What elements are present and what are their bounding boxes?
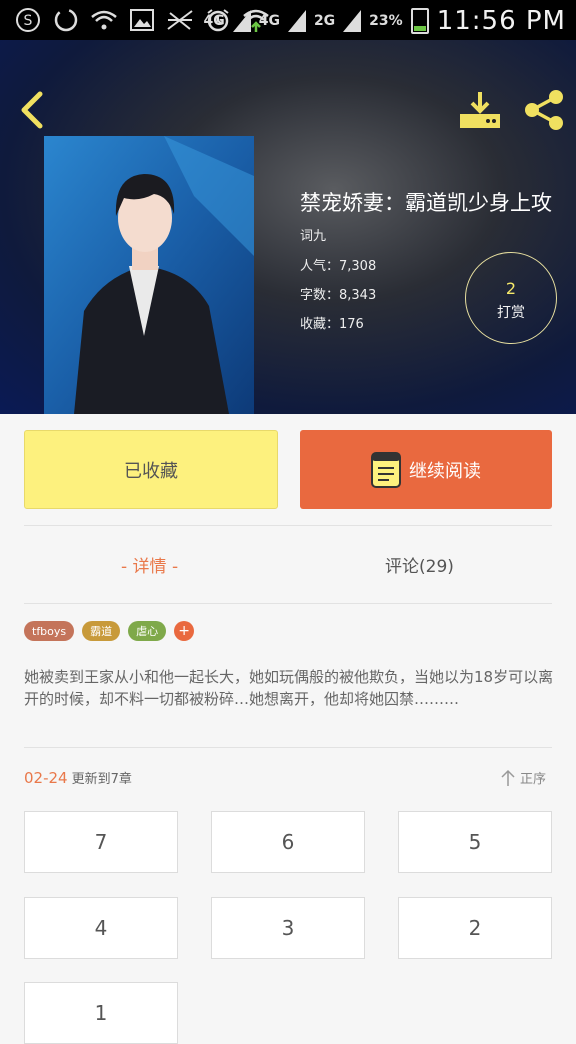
chapter-button[interactable]: 1 [24,982,178,1044]
image-icon [128,6,156,34]
word-count-stat: 字数：8,343 [300,288,377,303]
update-info: 02-24 更新到7章 [24,768,132,787]
tag-chip[interactable]: tfboys [24,621,75,641]
status-icons-right: 4G 4G 2G 23% 11:56 PM [203,6,566,36]
divider [24,525,552,526]
signal-icon [232,10,251,32]
network-label-2: 4G [258,13,280,29]
book-description: 她被卖到王家从小和他一起长大，她如玩偶般的被他欺负，当她以为18岁可以离开的时候… [24,668,554,708]
chapter-button[interactable]: 7 [24,811,178,873]
chapter-button[interactable]: 4 [24,897,178,959]
back-arrow-icon[interactable] [18,90,46,130]
chapter-button[interactable]: 5 [398,811,552,873]
favorited-button[interactable]: 已收藏 [24,430,278,509]
book-author: 词九 [300,229,327,244]
favorites-stat: 收藏：176 [300,317,364,332]
continue-reading-button[interactable]: 继续阅读 [300,430,552,509]
sort-label: 正序 [520,772,547,787]
share-icon[interactable] [522,88,566,132]
chapter-button[interactable]: 2 [398,897,552,959]
favorited-label: 已收藏 [124,460,178,482]
book-icon [371,451,401,488]
continue-reading-label: 继续阅读 [409,460,481,482]
tag-chip[interactable]: 虐心 [128,621,167,641]
reward-button[interactable]: 2 打赏 [465,252,557,344]
tag-list: tfboys 霸道 虐心 + [24,621,195,641]
sync-icon [52,6,80,34]
book-title: 禁宠娇妻：霸道凯少身上攻 [300,191,552,215]
update-text: 更新到7章 [71,772,132,787]
battery-icon [410,8,429,34]
chapter-button[interactable]: 6 [211,811,365,873]
battery-percent: 23% [369,13,403,29]
book-cover-image[interactable] [44,136,254,414]
sort-toggle[interactable]: 正序 [500,768,546,787]
divider [24,747,552,748]
add-tag-button[interactable]: + [174,621,195,641]
network-label-3: 2G [313,13,336,29]
book-header: 禁宠娇妻：霸道凯少身上攻 词九 人气：7,308 字数：8,343 收藏：176… [0,40,576,414]
divider [24,603,552,604]
popularity-stat: 人气：7,308 [300,259,377,274]
tag-chip[interactable]: 霸道 [82,621,121,641]
no-signal-icon [166,6,194,34]
chapter-button[interactable]: 3 [211,897,365,959]
reward-label: 打赏 [497,305,525,321]
clock: 11:56 PM [436,6,566,36]
s-app-icon: S [14,6,42,34]
svg-text:S: S [24,13,33,29]
download-icon[interactable] [458,90,502,130]
tab-comments[interactable]: 评论(29) [385,552,454,577]
tab-detail[interactable]: - 详情 - [121,552,178,577]
reward-count: 2 [505,279,517,298]
update-date: 02-24 [24,769,68,787]
arrow-up-icon [501,769,515,786]
status-bar: S 4G 4G 2G 23% 11:56 PM [0,0,576,40]
signal-icon [287,10,306,32]
wifi-question-icon [90,6,118,34]
network-label-1: 4G [203,13,225,29]
signal-icon [343,10,362,32]
